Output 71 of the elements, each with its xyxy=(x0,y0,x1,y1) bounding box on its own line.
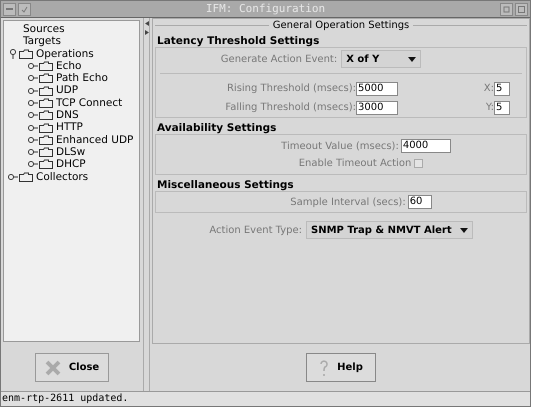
folder-icon xyxy=(39,122,53,133)
field-label: Action Event Type: xyxy=(209,224,302,238)
folder-icon xyxy=(39,61,53,72)
tree-item[interactable]: Sources xyxy=(23,23,65,36)
caret-icon xyxy=(460,228,468,232)
folder-icon xyxy=(39,110,53,120)
tree-item[interactable]: DNS xyxy=(56,109,79,122)
checkbox[interactable] xyxy=(414,158,424,168)
right-arrow-icon[interactable] xyxy=(144,30,148,35)
pin-right-icon[interactable] xyxy=(28,98,38,108)
tree-item[interactable]: TCP Connect xyxy=(56,96,122,110)
caret-icon xyxy=(408,56,416,62)
tree-item[interactable]: Echo xyxy=(56,60,82,72)
field-label: Enable Timeout Action xyxy=(298,156,412,170)
action-type-dropdown[interactable]: SNMP Trap & NMVT Alert xyxy=(306,221,473,239)
input-field[interactable]: 60 xyxy=(408,195,432,209)
folder-icon xyxy=(39,147,53,158)
pin-right-icon[interactable] xyxy=(8,172,18,182)
field-label: Y: xyxy=(486,101,494,115)
field-label: X: xyxy=(484,82,494,96)
tree-item[interactable]: Operations xyxy=(36,48,94,60)
x-icon xyxy=(44,360,61,376)
pin-right-icon[interactable] xyxy=(28,73,38,84)
folder-icon xyxy=(39,134,53,145)
pin-right-icon[interactable] xyxy=(28,110,38,120)
field-label: Rising Threshold (msecs): xyxy=(226,82,356,96)
pin-right-icon[interactable] xyxy=(28,134,38,145)
tree-item[interactable]: Targets xyxy=(23,35,61,48)
folder-icon xyxy=(19,48,33,59)
pin-right-icon[interactable] xyxy=(28,61,38,72)
group-title: Latency Threshold Settings xyxy=(156,34,320,47)
square-icon xyxy=(503,6,510,12)
field-label: Falling Threshold (msecs): xyxy=(225,101,356,115)
folder-icon xyxy=(19,172,33,182)
pin-right-icon[interactable] xyxy=(28,122,38,133)
tree-item[interactable]: HTTP xyxy=(56,121,83,134)
field-label: Timeout Value (msecs): xyxy=(281,140,399,154)
check-icon xyxy=(21,6,28,12)
tree-item[interactable]: DHCP xyxy=(56,158,86,171)
field-label: Sample Interval (secs): xyxy=(290,196,406,210)
tree-item[interactable]: DLSw xyxy=(56,146,86,158)
field-label: Generate Action Event: xyxy=(220,52,338,66)
tree-item[interactable]: Collectors xyxy=(36,170,88,183)
folder-icon xyxy=(39,159,53,170)
input-field[interactable]: 5000 xyxy=(356,82,398,96)
window-title: IFM: Configuration xyxy=(206,0,326,17)
pin-down-icon[interactable] xyxy=(8,48,18,59)
minus-icon xyxy=(6,8,13,10)
tree-item[interactable]: Enhanced UDP xyxy=(56,134,134,146)
folder-icon xyxy=(39,86,53,96)
tree-item[interactable]: UDP xyxy=(56,84,78,97)
group-title: Miscellaneous Settings xyxy=(156,178,294,191)
folder-icon xyxy=(39,73,53,84)
tree-item[interactable]: Path Echo xyxy=(56,72,108,84)
status-bar: enm-rtp-2611 updated. xyxy=(1,391,530,406)
pin-right-icon[interactable] xyxy=(28,86,38,96)
input-field[interactable]: 5 xyxy=(494,100,510,114)
input-field[interactable]: 3000 xyxy=(356,100,398,114)
panel-title: General Operation Settings xyxy=(272,18,410,32)
input-field[interactable]: 5 xyxy=(494,82,510,96)
help-button[interactable]: Help xyxy=(306,353,376,382)
square-icon xyxy=(518,6,525,12)
group-title: Availability Settings xyxy=(156,121,276,134)
action-event-dropdown[interactable]: X of Y xyxy=(341,50,422,68)
close-button[interactable]: Close xyxy=(35,353,109,382)
left-arrow-icon[interactable] xyxy=(144,21,148,26)
question-mark-icon xyxy=(319,358,330,376)
pin-right-icon[interactable] xyxy=(28,159,38,170)
input-field[interactable]: 4000 xyxy=(400,139,451,153)
pin-right-icon[interactable] xyxy=(28,147,38,158)
folder-icon xyxy=(39,98,53,108)
